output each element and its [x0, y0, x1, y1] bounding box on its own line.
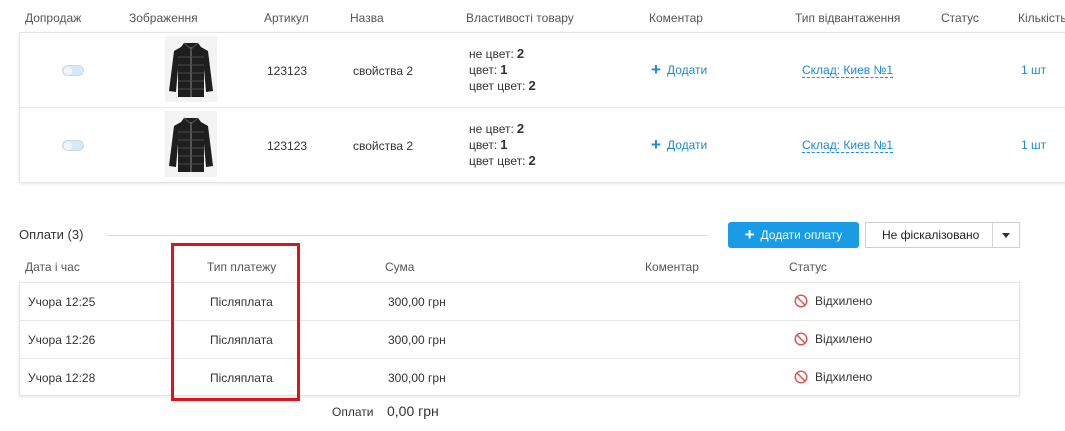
status-label: Відхилено	[815, 332, 873, 346]
property-line: цвет: 1	[469, 137, 508, 152]
header-quantity: Кількість	[1018, 11, 1065, 25]
fiscal-status-dropdown[interactable]: Не фіскалізовано	[865, 222, 1020, 248]
header-amount: Сума	[385, 260, 415, 274]
prohibited-icon	[794, 370, 808, 384]
plus-icon: +	[651, 135, 661, 154]
jacket-image	[169, 42, 213, 97]
property-line: не цвет: 2	[469, 46, 525, 61]
header-shipping-type: Тип відвантаження	[795, 11, 901, 25]
header-name: Назва	[350, 11, 384, 25]
payments-total-label: Оплати	[332, 405, 374, 419]
payments-title: Оплати (3)	[19, 227, 84, 242]
properties-cell: не цвет: 2 цвет: 1 цвет цвет: 2	[469, 121, 536, 169]
header-payment-comment: Коментар	[645, 260, 699, 274]
payments-table: Учора 12:25 Післяплата 300,00 грн Відхил…	[19, 282, 1020, 396]
status-label: Відхилено	[815, 294, 873, 308]
plus-icon: +	[651, 60, 661, 79]
section-divider	[107, 235, 708, 236]
property-line: цвет цвет: 2	[469, 78, 536, 93]
header-image: Зображення	[129, 11, 198, 25]
products-table: 123123 свойства 2 не цвет: 2 цвет: 1 цвет …	[19, 32, 1065, 183]
add-comment-link[interactable]: + Додати	[651, 135, 708, 154]
status-cell: Відхилено	[794, 370, 872, 384]
status-cell: Відхилено	[794, 294, 872, 308]
fiscal-status-label: Не фіскалізовано	[882, 228, 980, 242]
shipping-select[interactable]: Склад: Киев №1	[802, 138, 894, 153]
plus-icon: +	[744, 225, 755, 244]
table-row: 123123 свойства 2 не цвет: 2 цвет: 1 цвет …	[20, 33, 1065, 107]
shipping-select[interactable]: Склад: Киев №1	[802, 63, 894, 78]
property-line: цвет цвет: 2	[469, 153, 536, 168]
add-comment-label: Додати	[666, 63, 708, 77]
amount-cell: 300,00 грн	[388, 333, 446, 347]
property-line: не цвет: 2	[469, 121, 525, 136]
quantity-cell[interactable]: 1 шт	[1021, 63, 1046, 77]
sku-cell: 123123	[267, 64, 308, 78]
amount-cell: 300,00 грн	[388, 295, 446, 309]
name-cell: свойства 2	[353, 139, 414, 153]
table-row: 123123 свойства 2 не цвет: 2 цвет: 1 цвет …	[20, 108, 1065, 183]
datetime-cell: Учора 12:28	[28, 371, 96, 385]
upsell-toggle[interactable]	[62, 65, 84, 76]
product-image[interactable]	[165, 111, 217, 177]
quantity-cell[interactable]: 1 шт	[1021, 138, 1046, 152]
properties-cell: не цвет: 2 цвет: 1 цвет цвет: 2	[469, 46, 536, 94]
product-image[interactable]	[165, 36, 217, 102]
prohibited-icon	[794, 294, 808, 308]
add-comment-link[interactable]: + Додати	[651, 60, 708, 79]
highlight-box	[171, 243, 300, 401]
header-sku: Артикул	[264, 11, 309, 25]
datetime-cell: Учора 12:25	[28, 295, 96, 309]
header-payment-status: Статус	[789, 260, 827, 274]
add-payment-button[interactable]: + Додати оплату	[728, 222, 859, 248]
payments-total-value: 0,00 грн	[387, 403, 439, 419]
property-line: цвет: 1	[469, 62, 508, 77]
add-payment-label: Додати оплату	[760, 228, 843, 242]
sku-cell: 123123	[267, 139, 308, 153]
shipping-label: Склад: Киев №1	[802, 138, 894, 153]
name-cell: свойства 2	[353, 64, 414, 78]
header-comment: Коментар	[649, 11, 703, 25]
amount-cell: 300,00 грн	[388, 371, 446, 385]
datetime-cell: Учора 12:26	[28, 333, 96, 347]
header-datetime: Дата і час	[25, 260, 80, 274]
caret-down-icon[interactable]	[993, 232, 1019, 238]
upsell-toggle[interactable]	[62, 140, 84, 151]
header-properties: Властивості товару	[466, 11, 574, 25]
header-status: Статус	[941, 11, 979, 25]
status-cell: Відхилено	[794, 332, 872, 346]
header-upsell: Допродаж	[25, 11, 82, 25]
status-label: Відхилено	[815, 370, 873, 384]
prohibited-icon	[794, 332, 808, 346]
jacket-image	[169, 117, 213, 172]
add-comment-label: Додати	[666, 138, 708, 152]
shipping-label: Склад: Киев №1	[802, 63, 894, 78]
